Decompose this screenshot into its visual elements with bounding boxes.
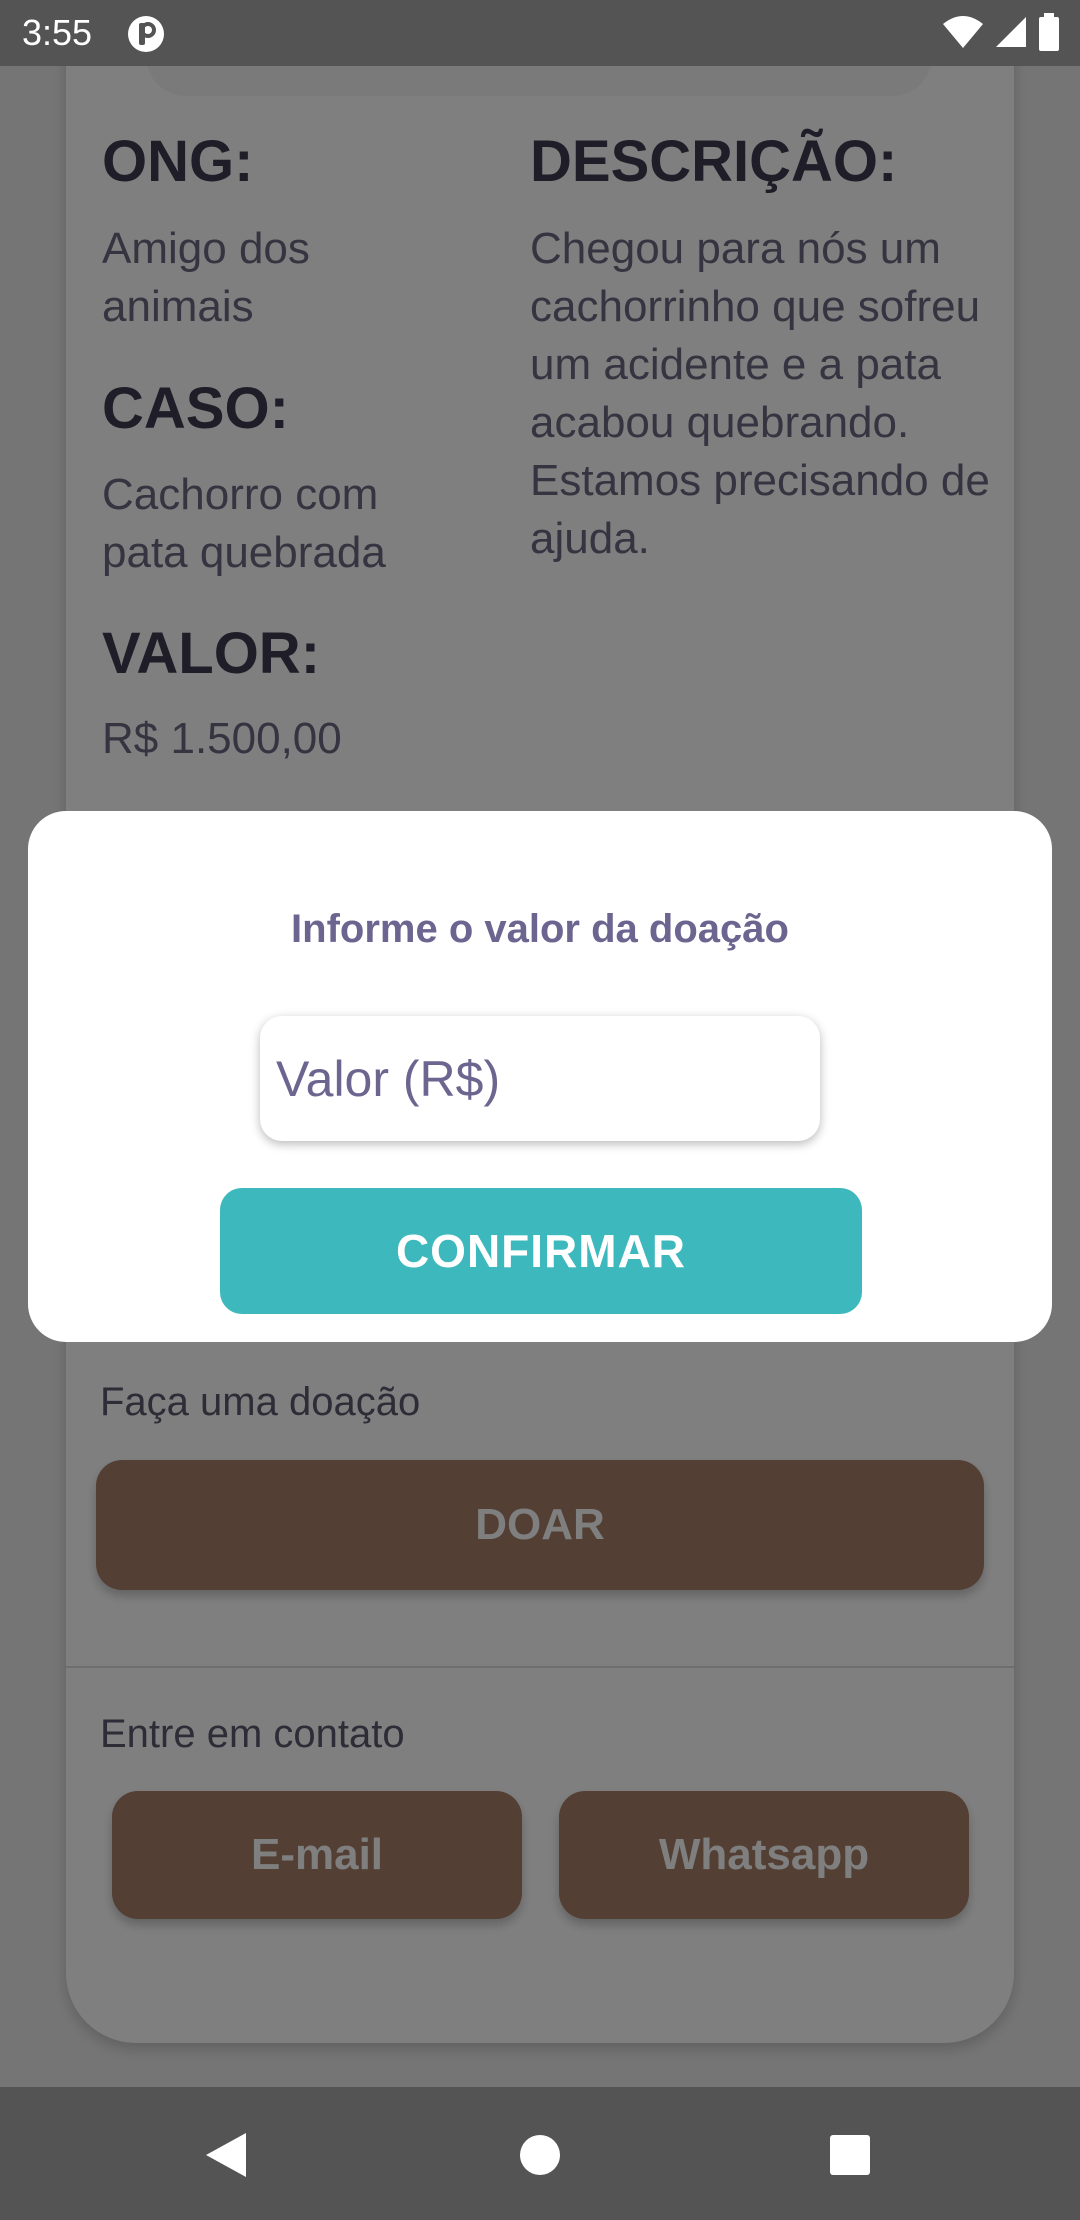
wifi-icon [942,14,984,55]
dialog-title: Informe o valor da doação [291,907,789,951]
status-time: 3:55 [22,12,93,53]
recents-icon[interactable] [812,2117,888,2193]
back-icon[interactable] [188,2117,264,2193]
battery-icon [1038,12,1060,56]
donation-value-input[interactable] [260,1016,820,1141]
status-icons [942,12,1060,56]
home-icon[interactable] [502,2117,578,2193]
navigation-bar [0,2087,1080,2220]
cell-signal-icon [994,15,1028,54]
screen: ONG: Amigo dos animais CASO: Cachorro co… [0,0,1080,2220]
donation-dialog: Informe o valor da doação CONFIRMAR [28,811,1052,1342]
app-notification-icon [126,14,166,54]
status-bar: 3:55 [0,0,1080,66]
confirm-button[interactable]: CONFIRMAR [220,1188,862,1314]
